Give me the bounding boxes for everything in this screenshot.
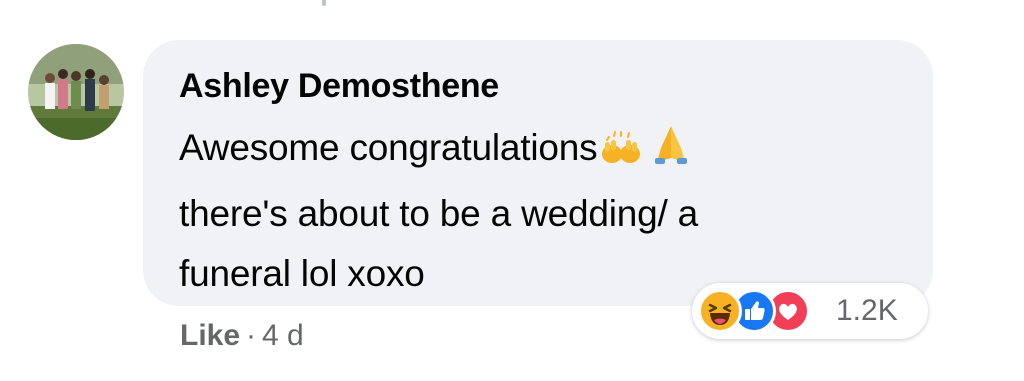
- folded-hands-icon: [651, 122, 691, 184]
- comment-line-text: Awesome congratulations: [179, 127, 598, 168]
- like-button[interactable]: Like: [180, 319, 240, 352]
- reactions-summary[interactable]: 1.2K: [692, 283, 928, 339]
- comment-timestamp[interactable]: 4 d: [262, 319, 304, 352]
- separator-dot: ·: [246, 319, 257, 352]
- comment-line: there's about to be a wedding/ a: [179, 193, 699, 234]
- comment-author[interactable]: Ashley Demosthene: [179, 66, 499, 106]
- reaction-count[interactable]: 1.2K: [836, 291, 898, 331]
- comment-actions: Like · 4 d: [180, 316, 304, 356]
- avatar[interactable]: [28, 44, 124, 140]
- thread-connector: [322, 0, 326, 6]
- comment-bubble: Ashley Demosthene Awesome congratulation…: [143, 40, 933, 306]
- comment-text: Awesome congratulations there's about to…: [179, 118, 879, 304]
- raising-hands-icon: [599, 124, 649, 184]
- haha-icon: [698, 289, 742, 333]
- comment-line: Awesome congratulations: [179, 118, 879, 184]
- group-photo-icon: [28, 44, 124, 140]
